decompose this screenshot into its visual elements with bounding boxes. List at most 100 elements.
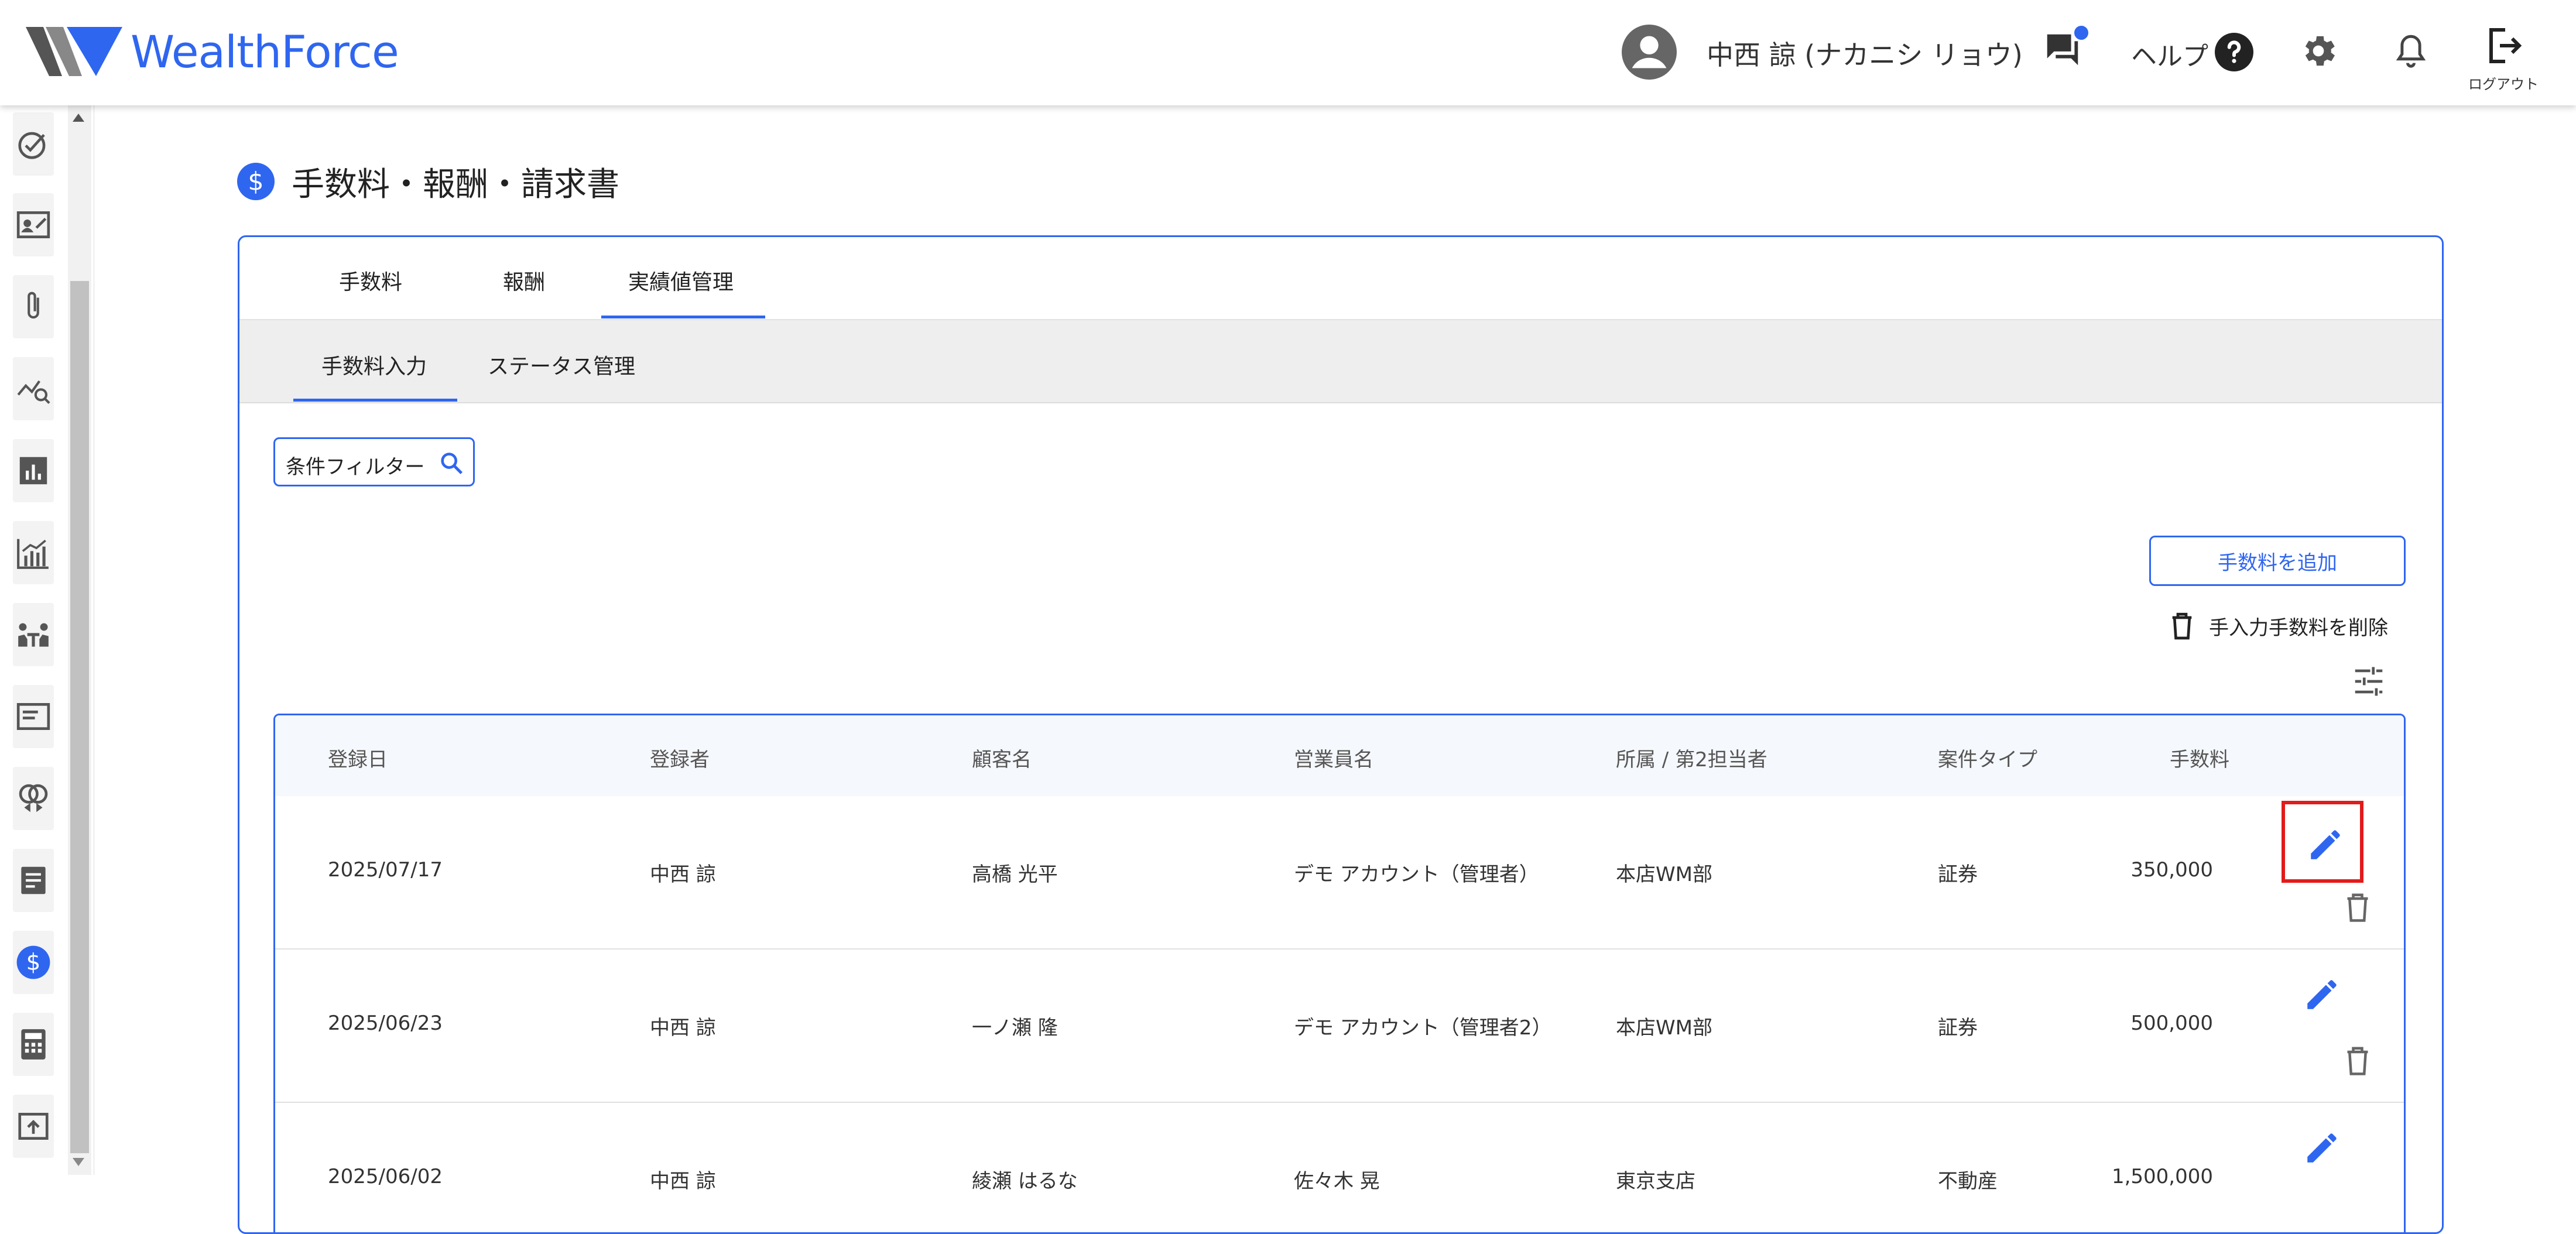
table-row: 2025/07/17 中西 諒 高橋 光平 デモ アカウント（管理者） 本店WM… [275, 796, 2404, 950]
column-header-department[interactable]: 所属 / 第2担当者 [1616, 743, 1767, 772]
sidebar-item-calculator[interactable] [13, 1013, 54, 1076]
cell-registered-date: 2025/06/02 [328, 1165, 443, 1188]
sidebar-item-documents[interactable] [13, 849, 54, 912]
gear-icon[interactable] [2298, 30, 2339, 71]
tab-rewards[interactable]: 報酬 [503, 265, 545, 296]
logout-label[interactable]: ログアウト [2468, 73, 2539, 93]
sidebar-item-notes[interactable] [13, 685, 54, 748]
fees-table: 登録日 登録者 顧客名 営業員名 所属 / 第2担当者 案件タイプ 手数料 20… [273, 714, 2406, 1232]
active-tab-indicator [601, 316, 765, 318]
pencil-icon [2307, 1133, 2337, 1163]
edit-button[interactable] [2282, 801, 2363, 883]
sidebar-item-upload[interactable] [13, 1095, 54, 1158]
table-row: 2025/06/02 中西 諒 綾瀬 はるな 佐々木 晃 東京支店 不動産 1,… [275, 1103, 2404, 1232]
scroll-up-arrow-icon[interactable] [73, 114, 84, 122]
column-header-customer[interactable]: 顧客名 [972, 743, 1032, 772]
cell-department: 本店WM部 [1616, 1016, 1712, 1040]
sidebar-item-tasks[interactable] [13, 112, 54, 176]
calculator-icon [21, 1029, 46, 1060]
scroll-down-arrow-icon[interactable] [73, 1158, 84, 1166]
logo-text: WealthForce [131, 25, 399, 78]
id-card-icon [16, 211, 50, 238]
pencil-icon [2307, 980, 2337, 1009]
cell-deal-type: 証券 [1938, 863, 1978, 886]
main-tabs: 手数料 報酬 実績値管理 [239, 237, 2442, 320]
cell-registrant: 中西 諒 [650, 863, 716, 886]
column-header-fee[interactable]: 手数料 [2170, 743, 2229, 772]
dollar-circle-icon: $ [237, 163, 275, 200]
document-icon [21, 866, 46, 894]
tune-icon[interactable] [2351, 663, 2387, 700]
cell-sales-rep: 佐々木 晃 [1294, 1170, 1380, 1193]
sidebar-item-performance[interactable] [13, 521, 54, 584]
subtab-status-management[interactable]: ステータス管理 [488, 349, 635, 380]
trash-icon[interactable] [2340, 1043, 2375, 1078]
page-title: 手数料・報酬・請求書 [292, 166, 619, 204]
delete-manual-fee-button[interactable]: 手入力手数料を削除 [2166, 608, 2388, 643]
tab-fees[interactable]: 手数料 [339, 265, 402, 296]
table-row: 2025/06/23 中西 諒 一ノ瀬 隆 デモ アカウント（管理者2） 本店W… [275, 950, 2404, 1103]
condition-filter-button[interactable]: 条件フィルター [273, 437, 475, 486]
sidebar-item-attachments[interactable] [13, 275, 54, 338]
bar-chart-icon [19, 457, 47, 485]
cell-customer: 綾瀬 はるな [972, 1170, 1078, 1193]
growth-chart-icon [17, 539, 49, 569]
logout-icon[interactable] [2482, 25, 2524, 67]
filter-label: 条件フィルター [286, 455, 425, 479]
cell-customer: 一ノ瀬 隆 [972, 1016, 1058, 1040]
help-label[interactable]: ヘルプ [2131, 35, 2208, 73]
edit-button[interactable] [2282, 954, 2363, 1036]
cell-registered-date: 2025/06/23 [328, 1012, 443, 1035]
search-icon [441, 453, 463, 475]
subtab-fee-input[interactable]: 手数料入力 [321, 349, 427, 380]
sidebar-scroll-thumb[interactable] [70, 281, 89, 1153]
pencil-icon [2311, 830, 2340, 859]
column-header-sales-rep[interactable]: 営業員名 [1294, 743, 1373, 772]
cell-customer: 高橋 光平 [972, 863, 1058, 886]
trash-icon[interactable] [2340, 890, 2375, 925]
table-header: 登録日 登録者 顧客名 営業員名 所属 / 第2担当者 案件タイプ 手数料 [275, 715, 2404, 797]
article-icon [16, 703, 50, 730]
column-header-registered-date[interactable]: 登録日 [328, 743, 388, 772]
bell-icon[interactable] [2392, 30, 2430, 71]
notification-dot [2074, 26, 2088, 40]
active-subtab-indicator [293, 399, 457, 402]
wealthforce-logo[interactable]: WealthForce [26, 22, 399, 81]
cell-fee: 1,500,000 [2111, 1165, 2213, 1188]
sub-tabs: 手数料入力 ステータス管理 [239, 320, 2442, 403]
sidebar-item-matching[interactable] [13, 767, 54, 830]
cell-registrant: 中西 諒 [650, 1016, 716, 1040]
sidebar-item-fees[interactable]: $ [13, 931, 54, 994]
user-avatar-icon[interactable] [1622, 25, 1677, 80]
sidebar-item-report[interactable] [13, 439, 54, 502]
svg-text:$: $ [26, 950, 41, 976]
column-header-registrant[interactable]: 登録者 [650, 743, 710, 772]
add-fee-button[interactable]: 手数料を追加 [2149, 536, 2406, 586]
rings-icon [19, 784, 48, 813]
sidebar-item-customer-card[interactable] [13, 193, 54, 256]
cell-sales-rep: デモ アカウント（管理者2） [1294, 1016, 1552, 1040]
help-icon[interactable] [2215, 33, 2253, 71]
cell-fee: 350,000 [2130, 858, 2213, 882]
logo-mark-icon [26, 27, 122, 76]
cell-registered-date: 2025/07/17 [328, 858, 443, 882]
tab-performance-management[interactable]: 実績値管理 [628, 265, 734, 296]
trash-icon [2172, 612, 2192, 640]
cell-deal-type: 証券 [1938, 1016, 1978, 1040]
dollar-circle-icon: $ [16, 945, 50, 979]
sidebar-item-meeting[interactable] [13, 603, 54, 666]
cell-registrant: 中西 諒 [650, 1170, 716, 1193]
chart-search-icon [17, 380, 50, 405]
check-circle-icon [18, 132, 46, 159]
cell-sales-rep: デモ アカウント（管理者） [1294, 863, 1539, 886]
fees-card: 手数料 報酬 実績値管理 手数料入力 ステータス管理 条件フィルター 手数料を追… [238, 235, 2444, 1234]
upload-icon [18, 1113, 49, 1140]
meeting-icon [18, 623, 49, 647]
column-header-deal-type[interactable]: 案件タイプ [1938, 743, 2037, 772]
cell-deal-type: 不動産 [1938, 1170, 1998, 1193]
app-header: WealthForce 中西 諒 (ナカニシ リョウ) ヘルプ ログアウト [0, 0, 2576, 105]
delete-manual-fee-label: 手入力手数料を削除 [2209, 616, 2388, 640]
sidebar-item-analysis[interactable] [13, 357, 54, 420]
user-name[interactable]: 中西 諒 (ナカニシ リョウ) [1707, 34, 2023, 73]
edit-button[interactable] [2282, 1108, 2363, 1190]
